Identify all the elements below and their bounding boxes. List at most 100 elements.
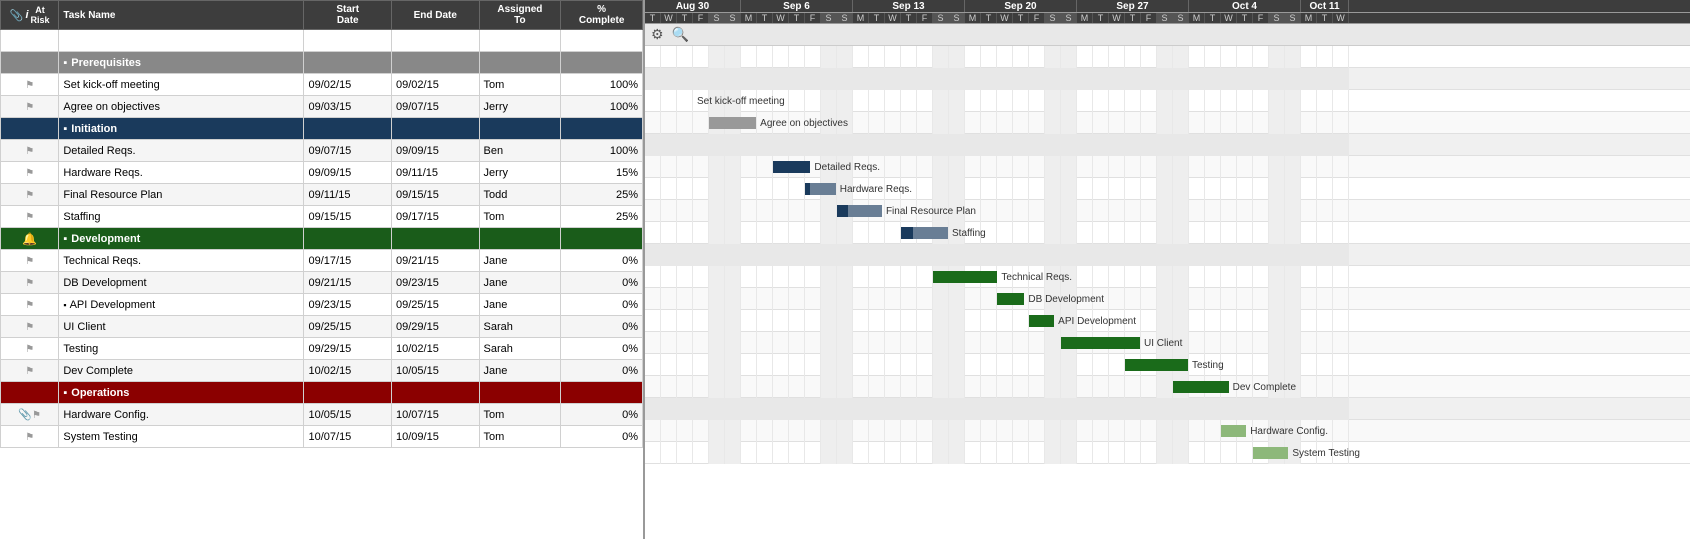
gear-icon[interactable]: ⚙ xyxy=(651,26,664,43)
flag-icon[interactable]: ⚑ xyxy=(32,410,41,421)
gantt-cell xyxy=(1269,134,1285,156)
gantt-cell xyxy=(885,178,901,200)
flag-icon[interactable]: ⚑ xyxy=(25,432,34,443)
gantt-tools-row: ⚙ 🔍 xyxy=(645,24,1690,46)
section-expand-icon[interactable]: ▪ xyxy=(63,123,67,135)
flag-icon[interactable]: ⚑ xyxy=(25,278,34,289)
gantt-cell xyxy=(885,200,901,222)
gantt-cell xyxy=(901,222,917,244)
task-start: 09/29/15 xyxy=(304,338,392,360)
gantt-cell xyxy=(965,288,981,310)
gantt-cell xyxy=(1061,376,1077,398)
gantt-cell xyxy=(693,332,709,354)
gantt-cell xyxy=(757,178,773,200)
search-icon[interactable]: 🔍 xyxy=(672,26,689,43)
task-start: 09/07/15 xyxy=(304,140,392,162)
flag-icon[interactable]: ⚑ xyxy=(25,146,34,157)
gantt-cell xyxy=(917,398,933,420)
task-row-development-3: ⚑UI Client09/25/1509/29/15Sarah0% xyxy=(1,316,643,338)
gantt-cell xyxy=(709,222,725,244)
gantt-week-1: Sep 6 xyxy=(741,0,853,12)
gantt-cell xyxy=(949,68,965,90)
flag-icon[interactable]: ⚑ xyxy=(25,300,34,311)
flag-icon[interactable]: ⚑ xyxy=(25,256,34,267)
gantt-cell xyxy=(1109,398,1125,420)
gantt-cell xyxy=(645,288,661,310)
gantt-cell xyxy=(709,442,725,464)
gantt-cell xyxy=(933,266,949,288)
gantt-cell xyxy=(869,376,885,398)
task-name-cell: UI Client xyxy=(59,316,304,338)
gantt-cell xyxy=(1109,90,1125,112)
subtask-expand[interactable]: ▪ xyxy=(63,300,66,310)
flag-icon[interactable]: ⚑ xyxy=(25,190,34,201)
gantt-cell xyxy=(997,420,1013,442)
gantt-cell xyxy=(1077,90,1093,112)
gantt-cell xyxy=(1141,200,1157,222)
flag-icon[interactable]: ⚑ xyxy=(25,366,34,377)
gantt-cell xyxy=(1173,354,1189,376)
gantt-cell xyxy=(965,310,981,332)
gantt-cell xyxy=(981,112,997,134)
gantt-row: API Development xyxy=(645,310,1690,332)
gantt-cell xyxy=(981,354,997,376)
gantt-cell xyxy=(1141,68,1157,90)
gantt-cell xyxy=(709,332,725,354)
gantt-cell xyxy=(1285,222,1301,244)
gantt-day-cell: T xyxy=(1205,13,1221,23)
gantt-cell xyxy=(1333,398,1349,420)
section-expand-icon[interactable]: ▪ xyxy=(63,57,67,69)
gantt-cell xyxy=(805,288,821,310)
gantt-cell xyxy=(661,134,677,156)
gantt-cell xyxy=(1029,310,1045,332)
gantt-cell xyxy=(741,222,757,244)
gantt-cell xyxy=(693,288,709,310)
gantt-cell xyxy=(965,68,981,90)
section-expand-icon[interactable]: ▪ xyxy=(63,387,67,399)
task-name-cell: Testing xyxy=(59,338,304,360)
task-name-cell: Final Resource Plan xyxy=(59,184,304,206)
gantt-day-cell: F xyxy=(693,13,709,23)
gantt-cell xyxy=(773,112,789,134)
flag-icon[interactable]: ⚑ xyxy=(25,102,34,113)
gantt-cell xyxy=(741,156,757,178)
gantt-cell xyxy=(805,90,821,112)
gantt-cell xyxy=(1141,46,1157,68)
gantt-cell xyxy=(1077,442,1093,464)
gantt-cell xyxy=(773,244,789,266)
gantt-cell xyxy=(773,68,789,90)
gantt-cell xyxy=(901,46,917,68)
flag-icon[interactable]: ⚑ xyxy=(25,80,34,91)
gantt-cell xyxy=(741,112,757,134)
col-header-end: End Date xyxy=(392,1,480,30)
gantt-cell xyxy=(1013,178,1029,200)
gantt-cell xyxy=(869,310,885,332)
flag-icon[interactable]: ⚑ xyxy=(25,344,34,355)
flag-icon[interactable]: ⚑ xyxy=(25,168,34,179)
gantt-cell xyxy=(1205,46,1221,68)
task-start: 09/02/15 xyxy=(304,74,392,96)
gantt-cell xyxy=(1061,266,1077,288)
gantt-cell xyxy=(1221,90,1237,112)
gantt-cell xyxy=(1189,222,1205,244)
gantt-cell xyxy=(805,156,821,178)
gantt-cell xyxy=(1221,288,1237,310)
gantt-day-cell: T xyxy=(1013,13,1029,23)
gantt-cell xyxy=(1141,156,1157,178)
gantt-day-cell: T xyxy=(1093,13,1109,23)
gantt-day-cell: T xyxy=(869,13,885,23)
gantt-cell xyxy=(1253,68,1269,90)
gantt-cell xyxy=(1157,244,1173,266)
gantt-cell xyxy=(677,420,693,442)
gantt-cell xyxy=(1109,354,1125,376)
flag-icon[interactable]: ⚑ xyxy=(25,322,34,333)
gantt-cell xyxy=(981,288,997,310)
gantt-cell xyxy=(1109,266,1125,288)
gantt-cell xyxy=(1013,112,1029,134)
gantt-cell xyxy=(789,398,805,420)
task-end: 09/23/15 xyxy=(392,272,480,294)
gantt-week-4: Sep 27 xyxy=(1077,0,1189,12)
gantt-cell xyxy=(773,420,789,442)
section-expand-icon[interactable]: ▪ xyxy=(63,233,67,245)
flag-icon[interactable]: ⚑ xyxy=(25,212,34,223)
